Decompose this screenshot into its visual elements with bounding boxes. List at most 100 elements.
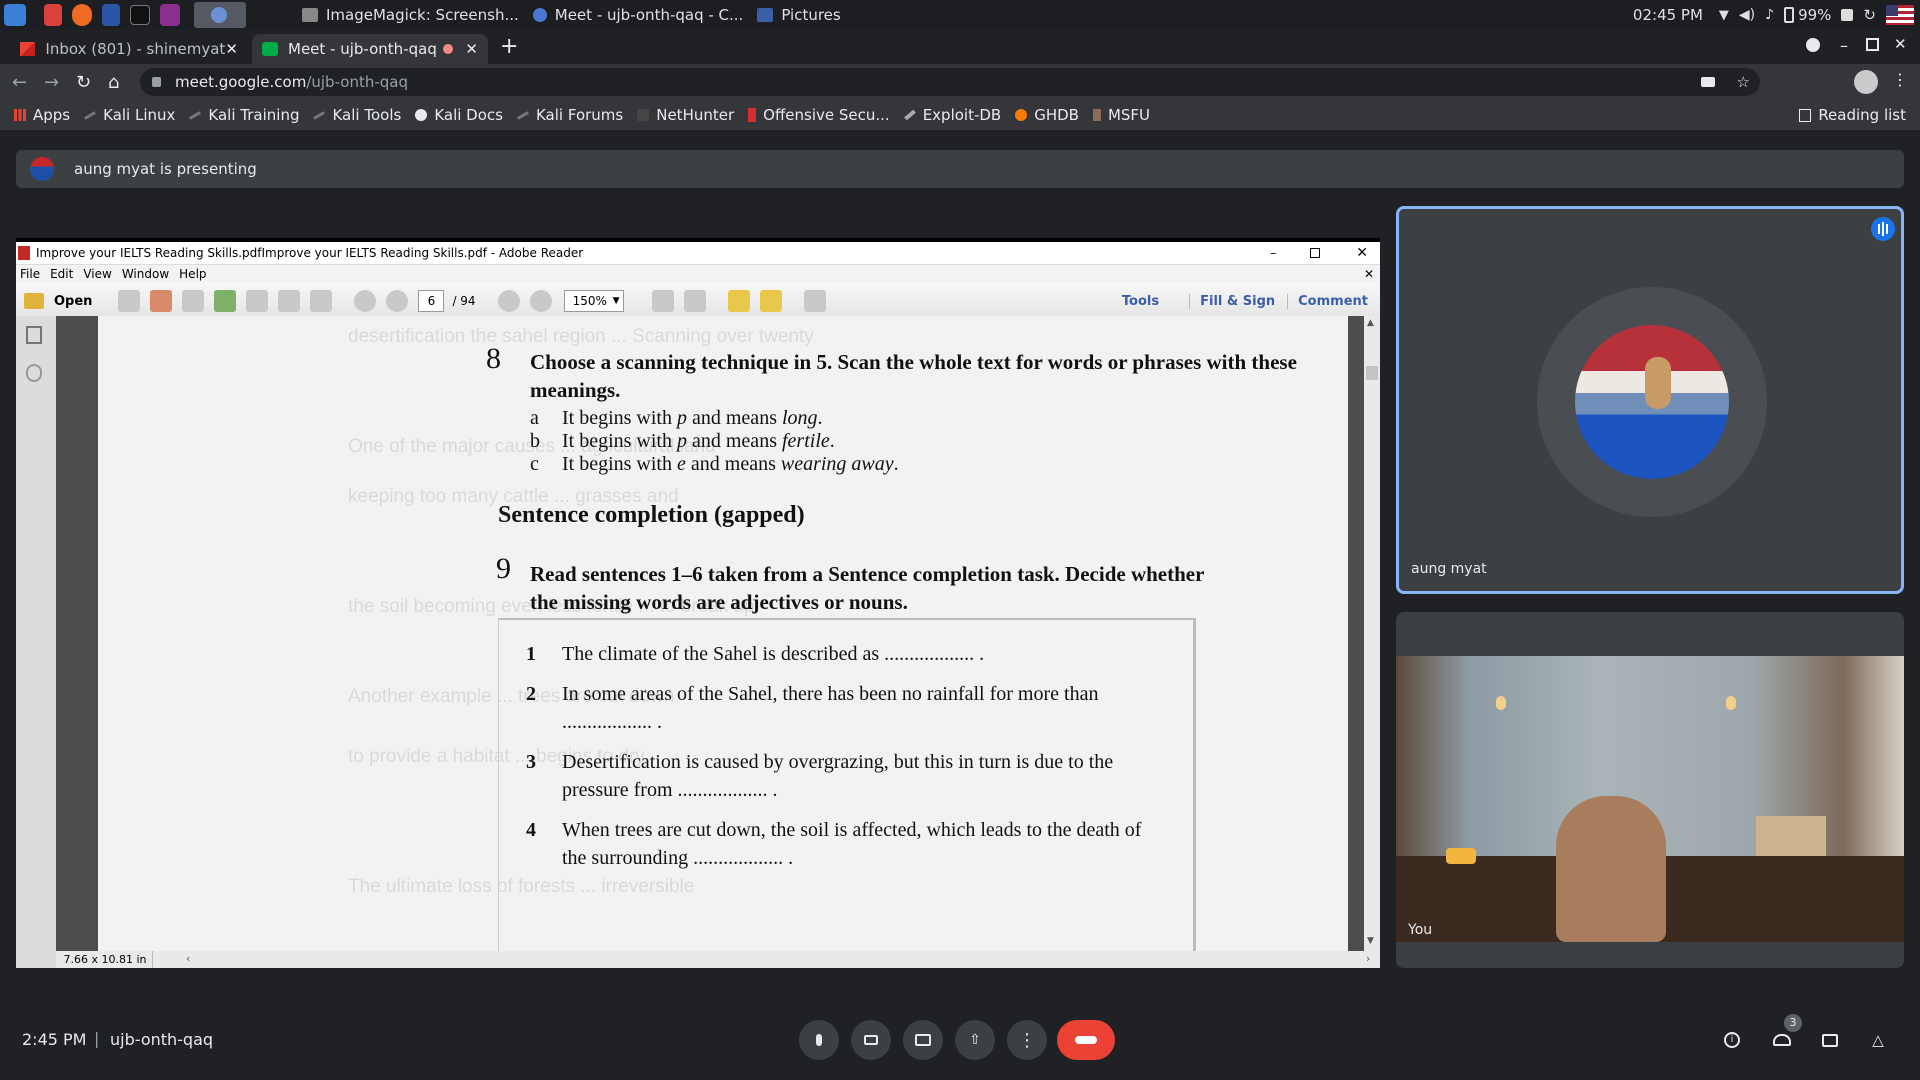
scroll-up-icon[interactable]: ▲ xyxy=(1367,318,1374,328)
camera-in-use-icon[interactable] xyxy=(1700,77,1715,87)
tab-search-icon[interactable] xyxy=(1806,38,1820,52)
reader-restore-icon[interactable] xyxy=(1310,248,1321,258)
firefox-icon[interactable] xyxy=(72,4,92,26)
bookmark-kali-training[interactable]: Kali Training xyxy=(189,106,299,124)
bookmark-star-icon[interactable]: ☆ xyxy=(1737,73,1750,91)
zoom-in-icon[interactable] xyxy=(529,290,552,312)
upload-cloud-icon[interactable] xyxy=(214,290,237,312)
back-arrow-icon[interactable]: ← xyxy=(12,72,27,93)
comment-tab[interactable]: Comment xyxy=(1287,293,1368,309)
highlight-icon[interactable] xyxy=(759,290,782,312)
edit-pdf-icon[interactable] xyxy=(182,290,205,312)
scroll-left-icon[interactable]: ‹ xyxy=(186,952,190,965)
vertical-scrollbar[interactable]: ▲ ▼ xyxy=(1364,316,1380,951)
previous-page-icon[interactable] xyxy=(354,290,377,312)
bookmark-nethunter[interactable]: NetHunter xyxy=(637,106,734,124)
scroll-down-icon[interactable]: ▼ xyxy=(1367,936,1374,946)
pdf-page[interactable]: desertification the sahel region ... Sca… xyxy=(98,316,1348,951)
menu-edit[interactable]: Edit xyxy=(50,267,73,281)
profile-avatar-icon[interactable] xyxy=(1854,70,1878,94)
open-button[interactable]: Open xyxy=(54,294,92,309)
bookmark-apps[interactable]: Apps xyxy=(14,106,70,124)
reader-minimize-icon[interactable]: – xyxy=(1270,246,1276,260)
close-tab-icon[interactable]: ✕ xyxy=(225,40,238,58)
terminal-icon[interactable] xyxy=(130,5,150,25)
bookmark-offsec[interactable]: Offensive Secu... xyxy=(748,106,890,124)
metasploit-icon[interactable] xyxy=(102,4,120,26)
bookmark-kali-forums[interactable]: Kali Forums xyxy=(517,106,623,124)
close-window-icon[interactable]: ✕ xyxy=(1894,35,1907,53)
zoom-select[interactable]: 150% ▼ xyxy=(563,290,624,312)
close-document-icon[interactable]: ✕ xyxy=(1364,267,1374,281)
bookmark-kali-linux[interactable]: Kali Linux xyxy=(84,106,175,124)
new-tab-button[interactable]: + xyxy=(500,34,518,59)
create-pdf-icon[interactable] xyxy=(118,290,141,312)
minimize-window-icon[interactable]: – xyxy=(1840,36,1848,55)
scroll-thumb[interactable] xyxy=(1366,366,1378,380)
fullscreen-icon[interactable] xyxy=(803,290,826,312)
forward-arrow-icon[interactable]: → xyxy=(44,72,59,93)
cherry-tree-icon[interactable] xyxy=(44,4,62,26)
clock[interactable]: 02:45 PM xyxy=(1633,6,1703,24)
reload-icon[interactable]: ↻ xyxy=(76,72,91,93)
status-horizontal-scrollbar[interactable]: 7.66 x 10.81 in ‹ › xyxy=(56,951,1380,968)
reading-list-button[interactable]: Reading list xyxy=(1799,106,1906,124)
battery-icon[interactable] xyxy=(1784,7,1795,23)
save-icon[interactable] xyxy=(246,290,269,312)
workspace-switcher-icon[interactable] xyxy=(160,4,180,26)
meeting-details-button[interactable]: i xyxy=(1712,1020,1752,1060)
bookmark-msfu[interactable]: MSFU xyxy=(1092,106,1150,124)
chat-button[interactable] xyxy=(1810,1020,1850,1060)
export-pdf-icon[interactable] xyxy=(150,290,173,312)
us-flag-icon[interactable] xyxy=(1886,5,1914,25)
bookmark-exploit-db[interactable]: Exploit-DB xyxy=(903,106,1001,124)
task-meet[interactable]: Meet - ujb-onth-qaq - C... xyxy=(532,6,743,24)
bookmark-kali-tools[interactable]: Kali Tools xyxy=(313,106,401,124)
page-thumbnails-icon[interactable] xyxy=(26,326,42,344)
notification-bell-icon[interactable]: ♪ xyxy=(1765,7,1774,23)
fill-sign-tab[interactable]: Fill & Sign xyxy=(1189,293,1275,309)
reader-close-icon[interactable]: ✕ xyxy=(1356,245,1368,261)
home-icon[interactable]: ⌂ xyxy=(108,72,119,93)
kali-menu-icon[interactable] xyxy=(4,4,26,26)
task-pictures[interactable]: Pictures xyxy=(757,6,841,24)
zoom-out-icon[interactable] xyxy=(497,290,520,312)
lock-icon[interactable] xyxy=(152,77,161,87)
network-icon[interactable]: ▼ xyxy=(1719,8,1729,23)
volume-icon[interactable]: ◀) xyxy=(1739,7,1755,23)
scroll-right-icon[interactable]: › xyxy=(1366,952,1370,965)
tools-tab[interactable]: Tools xyxy=(1122,294,1159,309)
fit-width-icon[interactable] xyxy=(651,290,674,312)
task-imagemagick[interactable]: ImageMagick: Screensh... xyxy=(302,6,519,24)
page-number-input[interactable]: 6 xyxy=(418,290,445,312)
microphone-button[interactable] xyxy=(799,1020,839,1060)
menu-view[interactable]: View xyxy=(83,267,111,281)
tab-inbox[interactable]: Inbox (801) - shinemyatsh ✕ xyxy=(10,34,248,64)
menu-file[interactable]: File xyxy=(20,267,40,281)
maximize-window-icon[interactable] xyxy=(1866,38,1879,51)
comment-bubble-icon[interactable] xyxy=(727,290,750,312)
tab-meet[interactable]: Meet - ujb-onth-qaq ✕ xyxy=(252,34,488,64)
email-icon[interactable] xyxy=(310,290,333,312)
workspace-indicator[interactable] xyxy=(194,2,246,28)
activities-button[interactable]: △ xyxy=(1858,1020,1898,1060)
bookmark-kali-docs[interactable]: Kali Docs xyxy=(415,106,503,124)
close-tab-icon[interactable]: ✕ xyxy=(465,40,478,58)
present-now-button[interactable]: ⇧ xyxy=(955,1020,995,1060)
attachments-paperclip-icon[interactable] xyxy=(26,364,42,382)
open-folder-icon[interactable] xyxy=(24,293,44,309)
people-button[interactable]: 3 xyxy=(1762,1014,1802,1060)
next-page-icon[interactable] xyxy=(386,290,409,312)
participant-tile-aung-myat[interactable]: aung myat xyxy=(1396,206,1904,594)
camera-button[interactable] xyxy=(851,1020,891,1060)
participant-tile-self[interactable]: You xyxy=(1396,612,1904,968)
chrome-menu-icon[interactable]: ⋮ xyxy=(1892,70,1908,89)
lock-icon[interactable] xyxy=(1841,9,1854,21)
fit-page-icon[interactable] xyxy=(683,290,706,312)
bookmark-ghdb[interactable]: GHDB xyxy=(1015,106,1079,124)
refresh-icon[interactable]: ↻ xyxy=(1863,6,1876,24)
captions-button[interactable] xyxy=(903,1020,943,1060)
print-icon[interactable] xyxy=(278,290,301,312)
menu-help[interactable]: Help xyxy=(179,267,206,281)
address-bar[interactable]: meet.google.com /ujb-onth-qaq ☆ xyxy=(140,68,1760,96)
